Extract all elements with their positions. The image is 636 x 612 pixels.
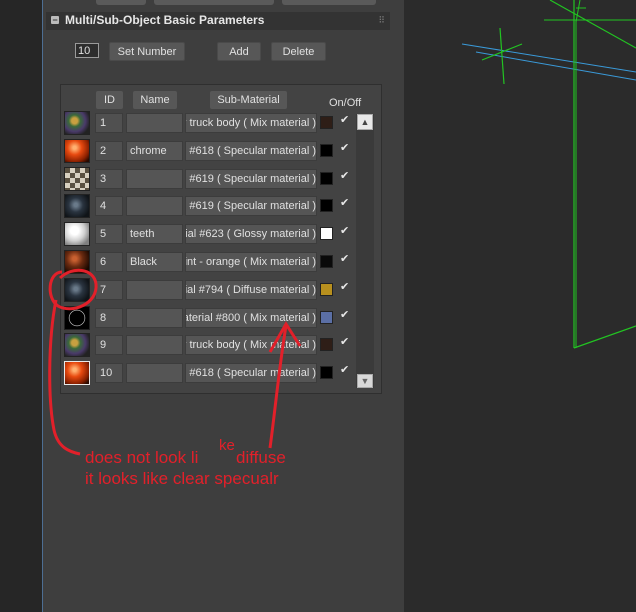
annotation-text-line2: it looks like clear specualr: [85, 469, 279, 488]
annotation-text-line1: does not look li: [85, 448, 198, 468]
circle-annotation: [48, 268, 98, 311]
annotation-text-diffuse: diffuse: [236, 448, 286, 467]
annotation-superscript: ke: [219, 437, 235, 454]
arrow-shaft: [268, 325, 288, 449]
bracket-annotation: [48, 299, 81, 456]
annotation-marks: [48, 268, 302, 456]
annotation-part-a: does not look li: [85, 448, 199, 467]
